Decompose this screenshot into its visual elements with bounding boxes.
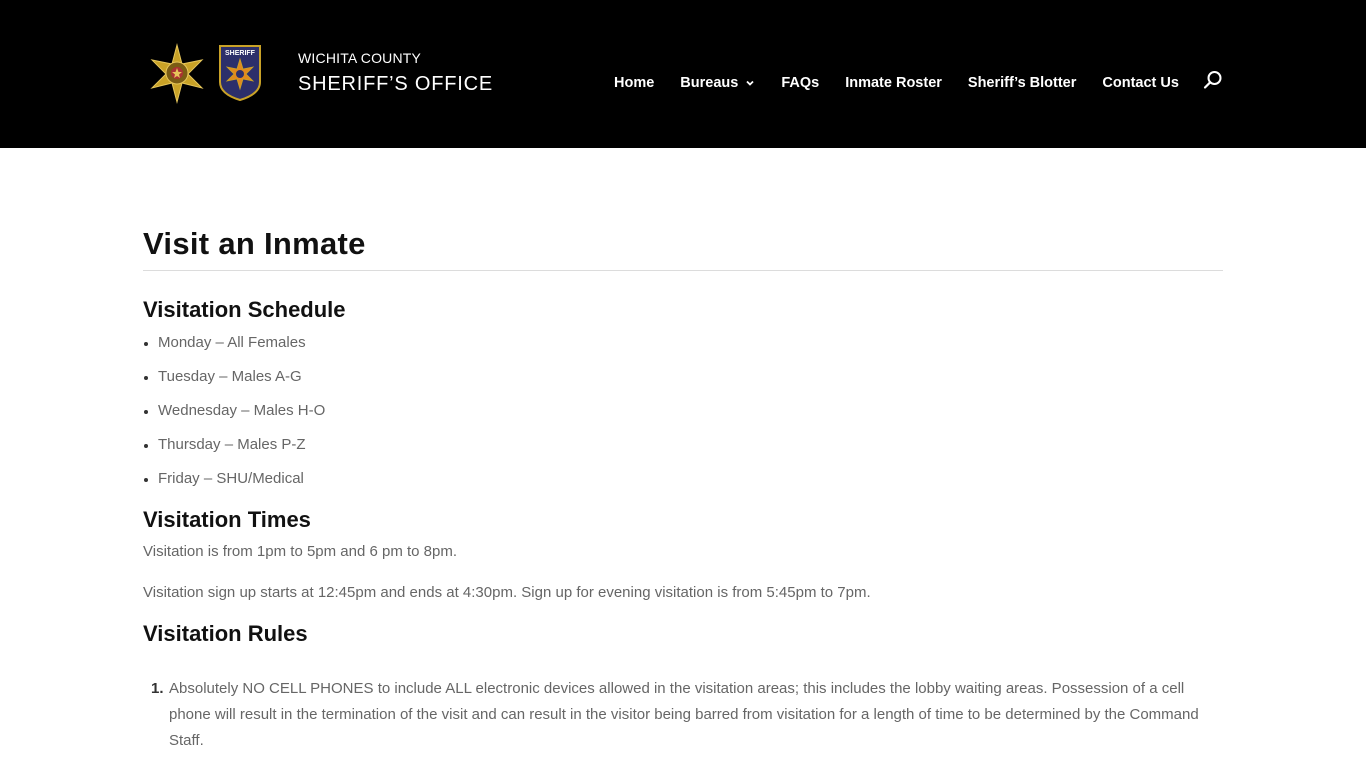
site-header: SHERIFF WICHITA COUNTY SHERIFF’S OFFICE … <box>0 0 1366 148</box>
schedule-item: Friday – SHU/Medical <box>158 469 1223 503</box>
brand-county: WICHITA COUNTY <box>298 50 422 66</box>
schedule-item: Thursday – Males P-Z <box>158 435 1223 469</box>
nav-bureaus-label: Bureaus <box>680 75 739 91</box>
nav-faqs[interactable]: FAQs <box>781 75 819 91</box>
schedule-item: Wednesday – Males H-O <box>158 401 1223 435</box>
brand-name[interactable]: WICHITA COUNTY SHERIFF’S OFFICE <box>298 50 493 96</box>
schedule-heading: Visitation Schedule <box>143 297 346 322</box>
chevron-down-icon <box>746 80 754 86</box>
nav-inmate-roster[interactable]: Inmate Roster <box>845 75 942 91</box>
nav-contact-us[interactable]: Contact Us <box>1102 75 1179 91</box>
sheriff-patch-icon: SHERIFF <box>219 45 261 102</box>
signup-hours-text: Visitation sign up starts at 12:45pm and… <box>143 584 871 601</box>
schedule-list: Monday – All Females Tuesday – Males A-G… <box>158 333 1223 503</box>
schedule-item: Tuesday – Males A-G <box>158 367 1223 401</box>
rule-number: 1. <box>151 680 164 697</box>
rule-text: Absolutely NO CELL PHONES to include ALL… <box>169 680 1199 749</box>
search-icon[interactable] <box>1203 70 1223 90</box>
times-heading: Visitation Times <box>143 507 311 532</box>
nav-sheriffs-blotter[interactable]: Sheriff’s Blotter <box>968 75 1077 91</box>
main-content: Visit an Inmate Visitation Schedule Mond… <box>143 226 1223 754</box>
rule-item: 1. Absolutely NO CELL PHONES to include … <box>151 676 1223 754</box>
main-nav: Home Bureaus FAQs Inmate Roster Sheriff’… <box>614 73 1179 93</box>
visitation-hours-text: Visitation is from 1pm to 5pm and 6 pm t… <box>143 543 458 560</box>
brand-office: SHERIFF’S OFFICE <box>298 73 494 95</box>
page-title: Visit an Inmate <box>143 226 366 261</box>
schedule-item: Monday – All Females <box>158 333 1223 367</box>
nav-bureaus[interactable]: Bureaus <box>680 75 755 91</box>
rules-heading: Visitation Rules <box>143 621 308 646</box>
sheriff-star-badge-icon <box>147 43 207 104</box>
nav-home[interactable]: Home <box>614 75 654 91</box>
rules-list: 1. Absolutely NO CELL PHONES to include … <box>151 676 1223 754</box>
title-divider <box>143 270 1223 271</box>
patch-label: SHERIFF <box>225 50 256 57</box>
